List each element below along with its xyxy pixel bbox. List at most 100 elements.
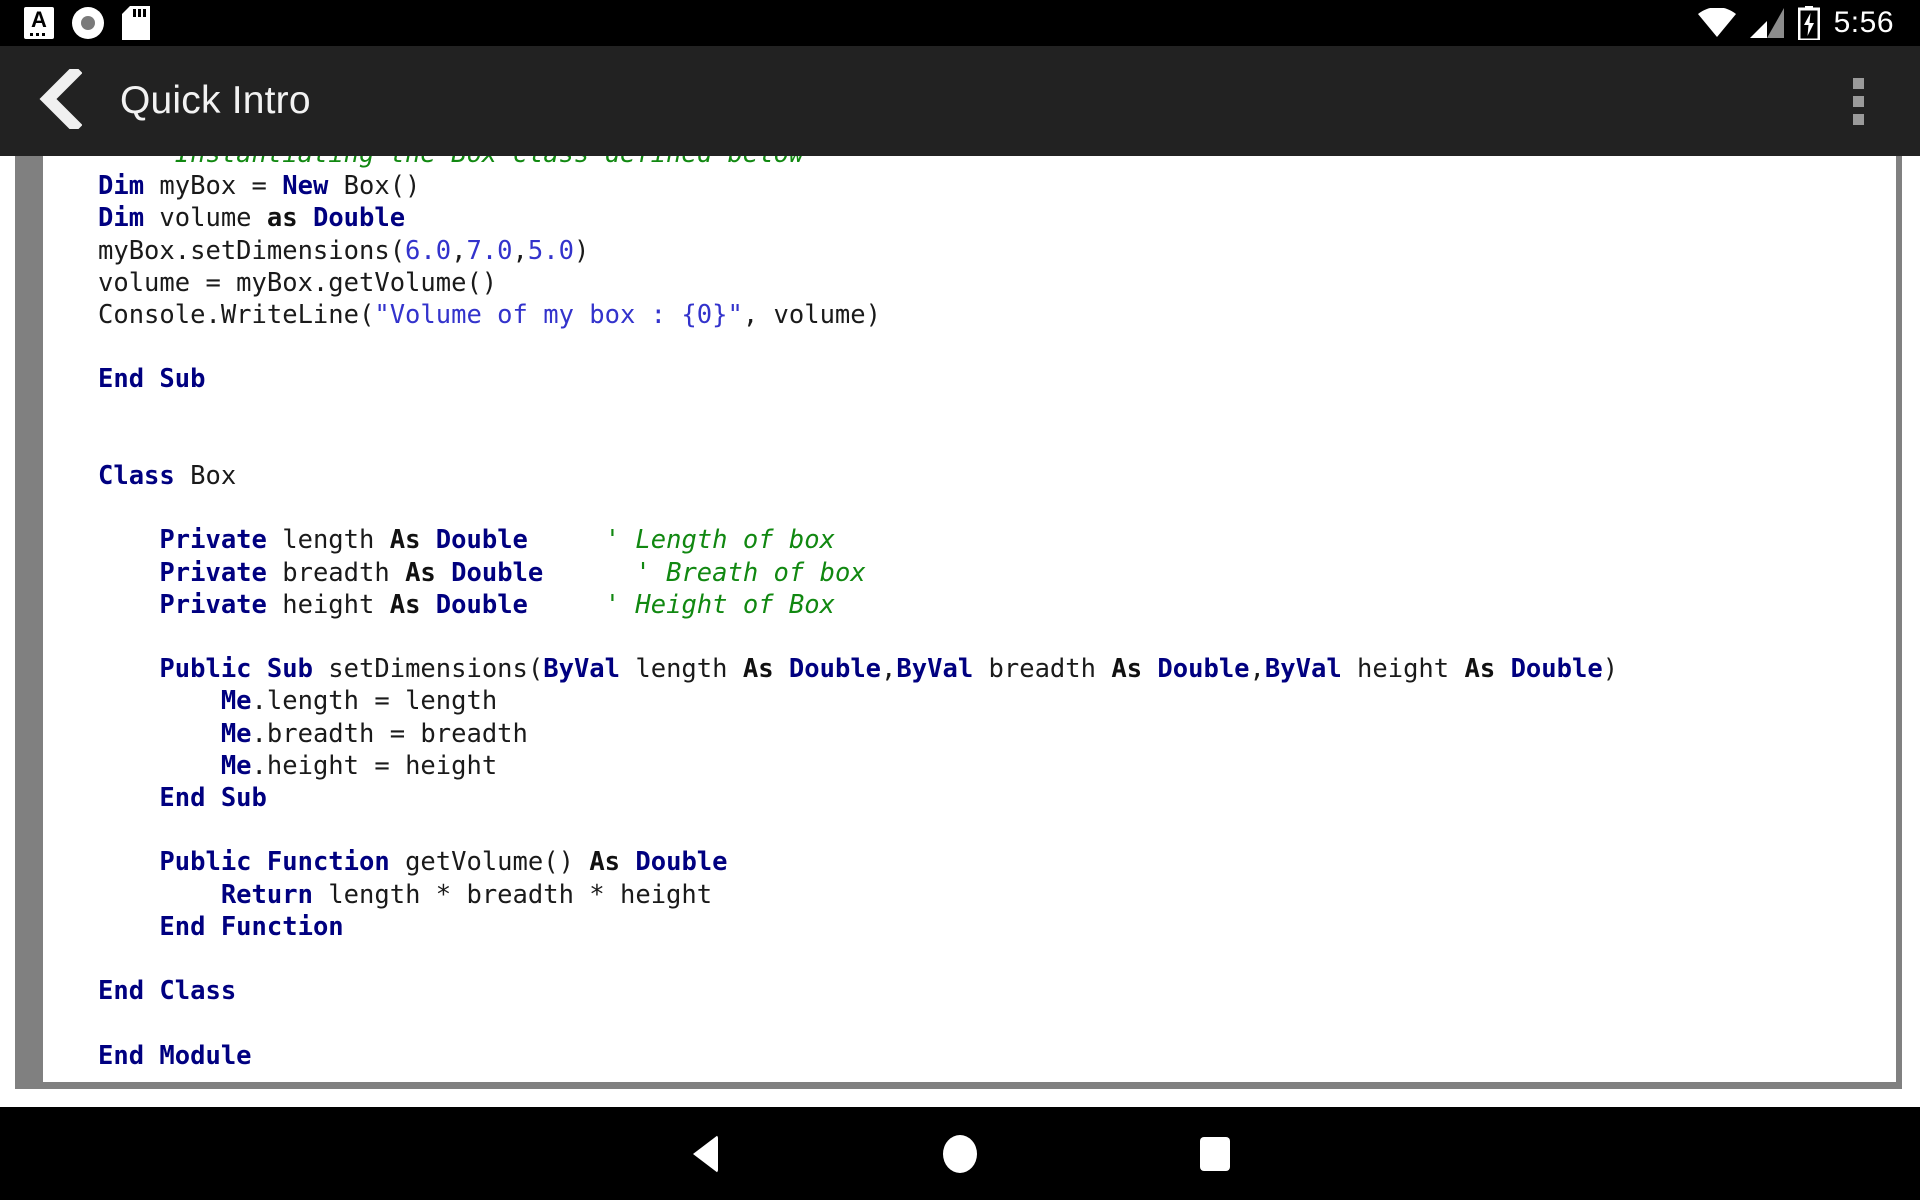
code-token: as: [266, 203, 298, 234]
status-bar-system-icons: 5:56: [1697, 6, 1920, 40]
battery-charging-icon: [1797, 6, 1820, 40]
code-token: Private: [159, 525, 267, 556]
code-token: 6.0: [405, 235, 452, 266]
code-token: ' Instantiating the Box class defined be…: [98, 156, 804, 169]
code-token: length * breadth * height: [312, 879, 713, 910]
code-token: Private: [159, 589, 267, 620]
code-token: .breadth = breadth: [251, 718, 528, 749]
recents-square-icon: [1200, 1136, 1230, 1171]
code-token: length: [266, 525, 390, 556]
code-token: ): [1602, 654, 1619, 685]
code-token: New: [282, 171, 329, 202]
app-bar: Quick Intro: [0, 46, 1920, 156]
code-token: volume = myBox.getVolume(): [98, 267, 498, 298]
code-block-left-bar: [15, 156, 43, 1088]
code-token: Double: [312, 203, 406, 234]
code-token: Class: [98, 461, 175, 492]
code-token: ByVal: [543, 654, 621, 685]
overflow-dot-icon: [1852, 77, 1864, 89]
code-token: Double: [635, 847, 728, 878]
code-token: As: [1464, 654, 1496, 685]
code-token: 5.0: [527, 235, 574, 266]
code-token: volume: [144, 203, 267, 234]
back-chevron-icon: [36, 64, 83, 134]
code-token: Private: [159, 557, 267, 588]
code-token: Return: [220, 879, 313, 910]
nav-recents-button[interactable]: [1135, 1107, 1295, 1200]
status-bar-notification-icons: A: [0, 6, 150, 40]
nav-back-button[interactable]: [625, 1107, 785, 1200]
back-button[interactable]: [22, 64, 96, 138]
code-token: End Sub: [98, 364, 206, 395]
code-token: setDimensions(: [312, 654, 544, 685]
code-token: height: [266, 589, 390, 620]
code-token: length: [620, 654, 743, 685]
cellular-signal-icon: [1749, 8, 1784, 38]
content-scroll-area[interactable]: ' Instantiating the Box class defined be…: [0, 156, 1920, 1107]
code-token: ' Length of box: [604, 525, 835, 556]
code-token: , volume): [742, 300, 881, 331]
code-token: ByVal: [896, 654, 974, 685]
code-token: height: [1341, 654, 1465, 685]
code-token: Dim: [98, 203, 145, 234]
code-token: Console.WriteLine(: [98, 300, 375, 331]
code-token: Dim: [98, 171, 145, 202]
code-token: ,: [881, 654, 897, 685]
code-token: Double: [435, 589, 528, 620]
code-token: Public Sub: [159, 654, 313, 685]
code-token: As: [389, 525, 421, 556]
android-screen: A 5:56 Quick Intro Dim myBox = New Box()…: [0, 0, 1920, 1200]
code-token: End Class: [98, 976, 237, 1007]
notification-a-icon: A: [24, 7, 54, 39]
code-token: End Module: [98, 1040, 252, 1071]
wifi-icon: [1697, 8, 1736, 38]
status-bar-clock: 5:56: [1833, 6, 1894, 39]
horizontal-scrollbar[interactable]: [15, 1082, 1902, 1089]
navigation-bar: [0, 1107, 1920, 1200]
code-token: Double: [451, 557, 544, 588]
overflow-dot-icon: [1852, 113, 1864, 125]
code-token: breadth: [973, 654, 1112, 685]
code-token: Double: [1510, 654, 1603, 685]
nav-home-button[interactable]: [880, 1107, 1040, 1200]
code-token: End Function: [159, 911, 344, 942]
code-block-body[interactable]: ' Instantiating the Box class defined be…: [43, 156, 1902, 1088]
code-token: As: [589, 847, 621, 878]
home-circle-icon: [943, 1134, 977, 1173]
code-token: breadth: [266, 557, 406, 588]
overflow-menu-button[interactable]: [1830, 61, 1886, 141]
code-token: myBox.setDimensions(: [98, 235, 406, 266]
code-token: As: [389, 589, 421, 620]
back-triangle-icon: [692, 1134, 718, 1173]
code-token: ByVal: [1264, 654, 1342, 685]
code-token: ' Height of Box: [604, 589, 835, 620]
code-token: getVolume(): [389, 847, 590, 878]
code-token: As: [742, 654, 774, 685]
status-bar: A 5:56: [0, 0, 1920, 46]
code-token: Me: [220, 750, 252, 781]
code-token: Me: [220, 718, 252, 749]
code-text: ' Instantiating the Box class defined be…: [43, 156, 1896, 1072]
sd-card-icon: [122, 6, 150, 40]
code-token: ,: [1249, 654, 1265, 685]
code-token: "Volume of my box : {0}": [374, 300, 743, 331]
page-title: Quick Intro: [120, 79, 311, 122]
